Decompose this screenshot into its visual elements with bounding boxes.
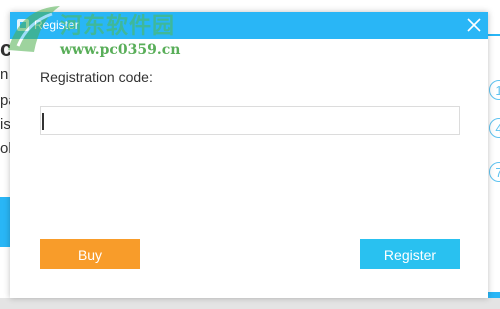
buy-button[interactable]: Buy [40,239,140,269]
step-marker: 7 [489,162,500,182]
registration-code-label: Registration code: [40,69,153,85]
close-button[interactable] [462,13,486,37]
background-footer [0,298,500,309]
background-accent-line [488,34,500,36]
close-icon [467,18,481,32]
watermark-url: www.pc0359.cn [60,42,181,58]
bg-text-fragment: n [0,66,9,83]
background-right-edge: 1 4 7 [488,0,500,309]
step-marker: 1 [489,80,500,100]
registration-code-input[interactable] [40,106,460,135]
step-marker: 4 [489,118,500,138]
text-caret [42,113,44,130]
background-blue-button[interactable] [0,197,10,247]
watermark-title: 河东软件园 [60,13,176,39]
register-button[interactable]: Register [360,239,460,269]
